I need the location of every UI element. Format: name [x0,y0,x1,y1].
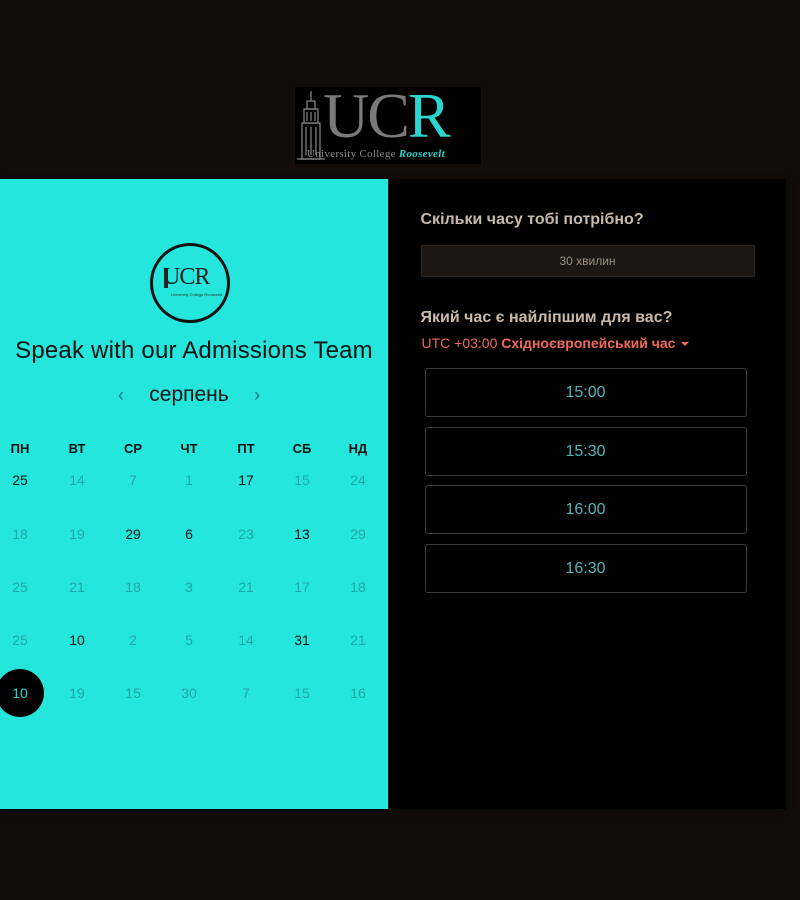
timezone-offset: UTC +03:00 [421,335,498,351]
header-logo: UCR University College Roosevelt [295,81,481,164]
time-slot-button[interactable]: 16:00 [424,485,747,534]
time-slot-list: 15:00 15:30 16:00 16:30 [424,368,747,602]
calendar-day[interactable]: 21 [338,620,378,660]
booking-panel: Скільки часу тобі потрібно? 30 хвилин Як… [387,179,786,809]
calendar-day[interactable]: 13 [282,514,322,554]
weekday-label: ПТ [237,441,255,456]
calendar-day[interactable]: 15 [282,673,322,713]
month-label: серпень [149,383,229,406]
calendar-day[interactable]: 25 [0,620,40,660]
circle-logo: UCR University College Roosevelt [150,243,230,323]
timezone-selector[interactable]: UTC +03:00 Східноєвропейський час [422,335,690,351]
calendar-day[interactable]: 18 [0,514,40,554]
circle-logo-sub-prefix: University College [171,292,205,297]
calendar-day[interactable]: 3 [169,567,209,607]
calendar-day[interactable]: 25 [0,460,40,500]
logo-letter-accent: R [407,80,451,151]
calendar-day[interactable]: 7 [226,673,266,713]
logo-subtitle: University College Roosevelt [307,148,445,160]
circle-logo-sub-highlight: Roosevelt [204,292,223,297]
month-navigation: ‹ серпень › [0,383,378,413]
chevron-left-icon[interactable]: ‹ [111,385,131,406]
calendar-day[interactable]: 17 [226,460,266,500]
calendar-day[interactable]: 17 [282,567,322,607]
calendar-day[interactable]: 6 [169,514,209,554]
circle-logo-letters: UCR [163,264,210,290]
calendar-day[interactable]: 16 [338,673,378,713]
calendar-day[interactable]: 2 [113,620,153,660]
time-slot-button[interactable]: 16:30 [424,543,747,593]
calendar-day[interactable]: 15 [282,460,322,500]
time-question: Який час є найліпшим для вас? [420,309,673,326]
calendar-panel: UCR University College Roosevelt Speak w… [0,179,388,809]
timezone-name: Східноєвропейський час [501,335,676,351]
calendar-day[interactable]: 21 [226,567,266,607]
logo-letters-gray: UC [323,80,410,151]
calendar-day[interactable]: 29 [113,514,153,554]
caret-down-icon [681,342,690,347]
scheduler-card: UCR University College Roosevelt Speak w… [0,179,786,809]
calendar-day[interactable]: 24 [338,460,378,500]
time-slot-button[interactable]: 15:30 [424,426,747,476]
logo-sub-prefix: University College [307,148,399,160]
duration-select[interactable]: 30 хвилин [420,245,755,277]
duration-question: Скільки часу тобі потрібно? [420,211,644,228]
calendar-day[interactable]: 1 [169,460,209,500]
weekday-label: ЧТ [180,441,198,456]
page-title: Speak with our Admissions Team [15,337,373,364]
calendar-day[interactable]: 18 [338,567,378,607]
calendar-day[interactable]: 19 [57,514,97,554]
selected-day[interactable]: 10 [0,669,44,717]
logo-sub-highlight: Roosevelt [398,148,445,160]
calendar-day[interactable]: 23 [226,514,266,554]
calendar-day[interactable]: 19 [57,673,97,713]
weekday-label: НД [348,441,368,456]
weekday-label: СБ [292,441,312,456]
calendar-day[interactable]: 10 [57,620,97,660]
weekday-label: СР [123,441,143,456]
circle-logo-subtitle: University College Roosevelt [171,292,222,297]
time-slot-button[interactable]: 15:00 [424,368,747,417]
calendar-day[interactable]: 5 [169,620,209,660]
calendar-day[interactable]: 31 [282,620,322,660]
chevron-right-icon[interactable]: › [247,385,267,406]
calendar-day[interactable]: 15 [113,673,153,713]
weekday-label: ПН [10,441,30,456]
calendar-day[interactable]: 29 [338,514,378,554]
calendar-day[interactable]: 25 [0,567,40,607]
calendar-day[interactable]: 7 [113,460,153,500]
calendar-day[interactable]: 18 [113,567,153,607]
calendar-day[interactable]: 14 [226,620,266,660]
calendar-day[interactable]: 30 [169,673,209,713]
logo-wordmark: UCR [323,80,451,151]
weekday-label: ВТ [68,441,86,456]
calendar-day[interactable]: 21 [57,567,97,607]
calendar-day[interactable]: 14 [57,460,97,500]
